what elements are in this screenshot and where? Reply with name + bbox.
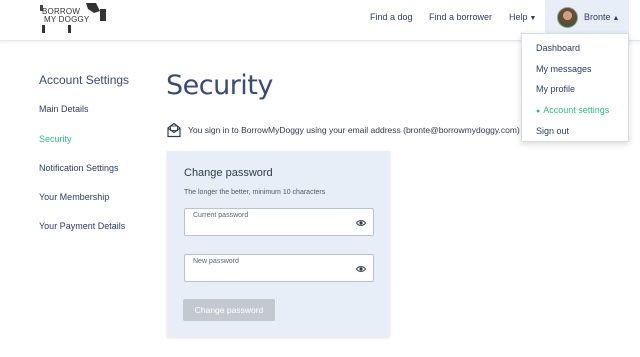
- new-password-field[interactable]: New password: [184, 254, 374, 282]
- sidebar-item-notification-settings[interactable]: Notification Settings: [39, 163, 119, 173]
- new-password-label: New password: [193, 258, 239, 265]
- change-password-card: Change password The longer the better, m…: [167, 151, 390, 337]
- nav-find-dog[interactable]: Find a dog: [370, 12, 413, 22]
- sidebar-item-your-membership[interactable]: Your Membership: [39, 192, 109, 202]
- chevron-down-icon: ▼: [529, 15, 537, 22]
- current-password-field[interactable]: Current password: [184, 208, 374, 236]
- eye-icon[interactable]: [356, 218, 366, 228]
- sidebar-item-your-payment-details[interactable]: Your Payment Details: [39, 221, 125, 231]
- menu-item-dashboard[interactable]: Dashboard: [536, 43, 580, 53]
- menu-item-account-settings[interactable]: ● Account settings: [536, 105, 609, 115]
- card-title: Change password: [184, 167, 273, 179]
- current-password-input[interactable]: [193, 221, 343, 233]
- nav-find-borrower[interactable]: Find a borrower: [429, 12, 492, 22]
- sidebar-item-security[interactable]: Security: [39, 134, 72, 144]
- user-dropdown-menu: Dashboard My messages My profile ● Accoun…: [521, 33, 629, 142]
- logo-wordmark[interactable]: BORROW MY DOGGY: [42, 8, 89, 24]
- menu-item-my-messages[interactable]: My messages: [536, 64, 592, 74]
- page-title: Security: [166, 70, 273, 101]
- current-password-label: Current password: [193, 212, 249, 219]
- paw-icon: ●: [536, 108, 541, 115]
- nav-help[interactable]: Help ▼: [509, 12, 536, 22]
- menu-item-sign-out[interactable]: Sign out: [536, 126, 569, 136]
- logo-line-2: MY DOGGY: [44, 15, 90, 24]
- menu-item-account-settings-label: Account settings: [543, 105, 610, 115]
- envelope-icon: [167, 122, 181, 138]
- menu-item-my-profile[interactable]: My profile: [536, 84, 575, 94]
- user-name-label: Bronte: [584, 12, 611, 22]
- new-password-input[interactable]: [193, 267, 343, 279]
- avatar: [557, 7, 578, 28]
- change-password-button[interactable]: Change password: [183, 299, 275, 321]
- nav-help-label: Help: [509, 12, 528, 22]
- password-hint: The longer the better, minimum 10 charac…: [184, 189, 326, 196]
- sign-in-info: You sign in to BorrowMyDoggy using your …: [188, 125, 521, 135]
- sidebar-item-main-details[interactable]: Main Details: [39, 104, 89, 114]
- eye-icon[interactable]: [356, 264, 366, 274]
- sidebar-title: Account Settings: [39, 73, 130, 87]
- chevron-up-icon: ▲: [612, 15, 620, 22]
- user-name: Bronte ▲: [584, 12, 619, 22]
